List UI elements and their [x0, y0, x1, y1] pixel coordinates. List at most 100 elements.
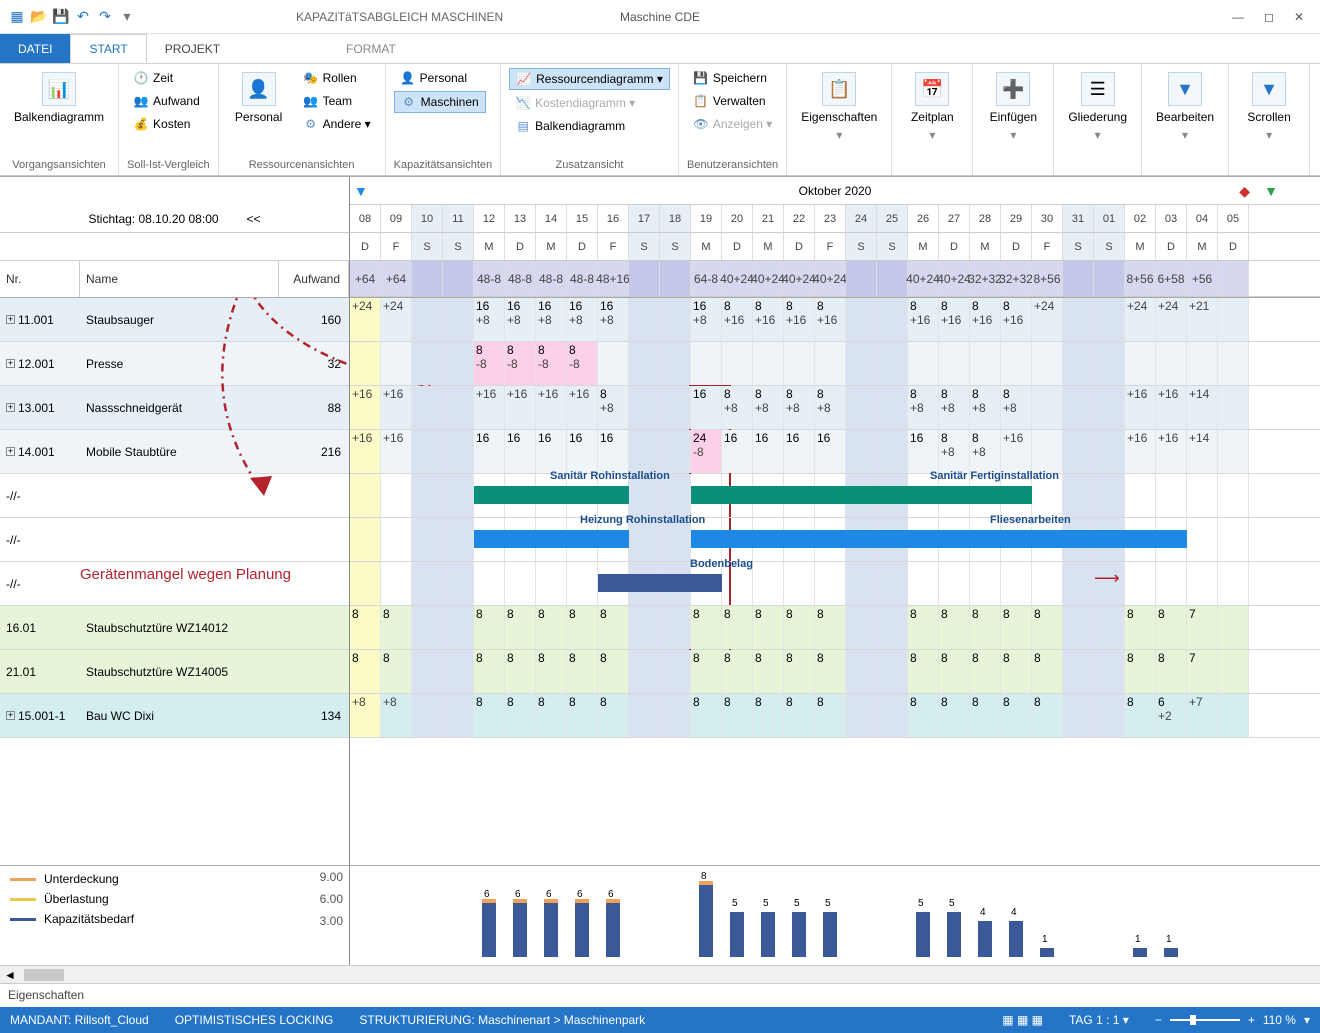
verwalten-button[interactable]: 📋Verwalten [687, 91, 778, 111]
resource-row[interactable]: + 15.001-1Bau WC Dixi134 [0, 694, 349, 738]
capacity-bar: 5 [916, 912, 930, 957]
zeit-button[interactable]: 🕐Zeit [127, 68, 206, 88]
balkendiagramm-button[interactable]: 📊Balkendiagramm [8, 68, 110, 128]
day-cell: 11 [443, 205, 474, 232]
team-button[interactable]: 👥Team [297, 91, 377, 111]
undo-icon[interactable]: ↶ [74, 8, 92, 26]
day-cell: 13 [505, 205, 536, 232]
rollen-button[interactable]: 🎭Rollen [297, 68, 377, 88]
properties-panel[interactable]: Eigenschaften [0, 983, 1320, 1007]
andere-button[interactable]: ⚙Andere ▾ [297, 114, 377, 134]
gantt-bar[interactable] [691, 530, 1187, 548]
group-caption: Benutzeransichten [687, 157, 778, 173]
legend-swatch [10, 918, 36, 921]
roles-icon: 🎭 [303, 70, 319, 86]
status-lock: OPTIMISTISCHES LOCKING [175, 1013, 334, 1027]
ressourcendiagramm-button[interactable]: 📈Ressourcendiagramm ▾ [509, 68, 670, 90]
gantt-bar[interactable] [474, 486, 629, 504]
resource-row[interactable]: + 11.001Staubsauger160 [0, 298, 349, 342]
manage-icon: 📋 [693, 93, 709, 109]
weekday-cell: F [598, 233, 629, 260]
balkendiagramm2-button[interactable]: ▤Balkendiagramm [509, 116, 670, 136]
eigenschaften-button[interactable]: 📋Eigenschaften▾ [795, 68, 883, 146]
aufwand-button[interactable]: 👥Aufwand [127, 91, 206, 111]
zeitplan-button[interactable]: 📅Zeitplan▾ [900, 68, 964, 146]
zoom-control[interactable]: −+ 110 %▾ [1155, 1013, 1310, 1027]
kostendiagramm-button[interactable]: 📉Kostendiagramm ▾ [509, 93, 670, 113]
gantt-row: +16+16161616161624-816161616168+88+8+16+… [350, 430, 1320, 474]
redo-icon[interactable]: ↷ [96, 8, 114, 26]
gantt-row: Sanitär RohinstallationSanitär Fertigins… [350, 474, 1320, 518]
weekday-cell: D [567, 233, 598, 260]
col-aufwand[interactable]: Aufwand [279, 261, 349, 297]
day-cell: 25 [877, 205, 908, 232]
expand-icon[interactable]: + [6, 315, 15, 324]
gantt-row: 88888888888888888887 [350, 606, 1320, 650]
qat-more-icon[interactable]: ▾ [118, 8, 136, 26]
bearbeiten-button[interactable]: ▼Bearbeiten▾ [1150, 68, 1220, 146]
open-icon[interactable]: 📂 [30, 8, 48, 26]
day-cell: 20 [722, 205, 753, 232]
weekday-cell: F [1032, 233, 1063, 260]
weekday-cell: D [1218, 233, 1249, 260]
expand-icon[interactable]: + [6, 711, 15, 720]
capacity-bar: 5 [947, 912, 961, 957]
scrollen-button[interactable]: ▼Scrollen▾ [1237, 68, 1301, 146]
capacity-bar: 4 [978, 921, 992, 957]
speichern-button[interactable]: 💾Speichern [687, 68, 778, 88]
weekday-cell: M [908, 233, 939, 260]
status-scale[interactable]: TAG 1 : 1 ▾ [1069, 1013, 1129, 1027]
gliederung-button[interactable]: ☰Gliederung▾ [1062, 68, 1133, 146]
expand-icon[interactable]: + [6, 447, 15, 456]
status-icons[interactable]: ▦ ▦ ▦ [1002, 1013, 1043, 1027]
day-cell: 21 [753, 205, 784, 232]
balkendiagramm-label: Balkendiagramm [14, 110, 104, 124]
einfuegen-button[interactable]: ➕Einfügen▾ [981, 68, 1045, 146]
resource-row[interactable]: 21.01Staubschutztüre WZ14005 [0, 650, 349, 694]
expand-icon[interactable]: + [6, 403, 15, 412]
personal-button[interactable]: 👤Personal [227, 68, 291, 128]
clock-icon: 🕐 [133, 70, 149, 86]
col-name[interactable]: Name [80, 261, 279, 297]
gantt-bar[interactable] [598, 574, 722, 592]
expand-icon[interactable]: + [6, 359, 15, 368]
scroll-icon: ▼ [1252, 72, 1286, 106]
close-icon[interactable]: ✕ [1294, 10, 1304, 24]
stichtag-label: Stichtag: 08.10.20 08:00 [88, 212, 218, 226]
col-nr[interactable]: Nr. [0, 261, 80, 297]
gantt-row: Bodenbelag [350, 562, 1320, 606]
outline-icon: ☰ [1081, 72, 1115, 106]
horizontal-scrollbar[interactable]: ◄ [0, 965, 1320, 983]
anzeigen-button[interactable]: 👁Anzeigen ▾ [687, 114, 778, 134]
capacity-bar: 6 [575, 903, 589, 957]
tab-format[interactable]: FORMAT [328, 34, 414, 63]
gantt-bar[interactable] [474, 530, 629, 548]
gantt-grid[interactable]: +24+2416+816+816+816+816+816+88+168+168+… [350, 298, 1320, 865]
kosten-button[interactable]: 💰Kosten [127, 114, 206, 134]
gantt-row: +8+888888888888888886+2+7 [350, 694, 1320, 738]
tab-datei[interactable]: DATEI [0, 34, 70, 63]
resource-row[interactable]: 16.01Staubschutztüre WZ14012 [0, 606, 349, 650]
nav-prev-button[interactable]: << [247, 212, 261, 226]
resource-row[interactable]: -//- [0, 518, 349, 562]
resource-row[interactable]: + 12.001Presse32 [0, 342, 349, 386]
day-cell: 02 [1125, 205, 1156, 232]
ribbon: 📊Balkendiagramm Vorgangsansichten 🕐Zeit … [0, 64, 1320, 176]
tab-start[interactable]: START [70, 34, 146, 63]
gantt-bar-label: Heizung Rohinstallation [580, 514, 705, 526]
resource-row[interactable]: + 13.001Nassschneidgerät88 [0, 386, 349, 430]
day-cell: 24 [846, 205, 877, 232]
resource-row[interactable]: + 14.001Mobile Staubtüre216 [0, 430, 349, 474]
weekday-cell: S [877, 233, 908, 260]
cap-personal-button[interactable]: 👤Personal [394, 68, 486, 88]
resource-chart-icon: 📈 [516, 71, 532, 87]
tab-projekt[interactable]: PROJEKT [147, 34, 238, 63]
weekday-cell: D [1001, 233, 1032, 260]
minimize-icon[interactable]: — [1232, 10, 1244, 24]
resource-row[interactable]: -//- [0, 474, 349, 518]
maximize-icon[interactable]: ◻ [1264, 10, 1274, 24]
capacity-bar: 6 [606, 903, 620, 957]
gantt-bar[interactable] [691, 486, 1032, 504]
save-icon[interactable]: 💾 [52, 8, 70, 26]
cap-maschinen-button[interactable]: ⚙Maschinen [394, 91, 486, 113]
